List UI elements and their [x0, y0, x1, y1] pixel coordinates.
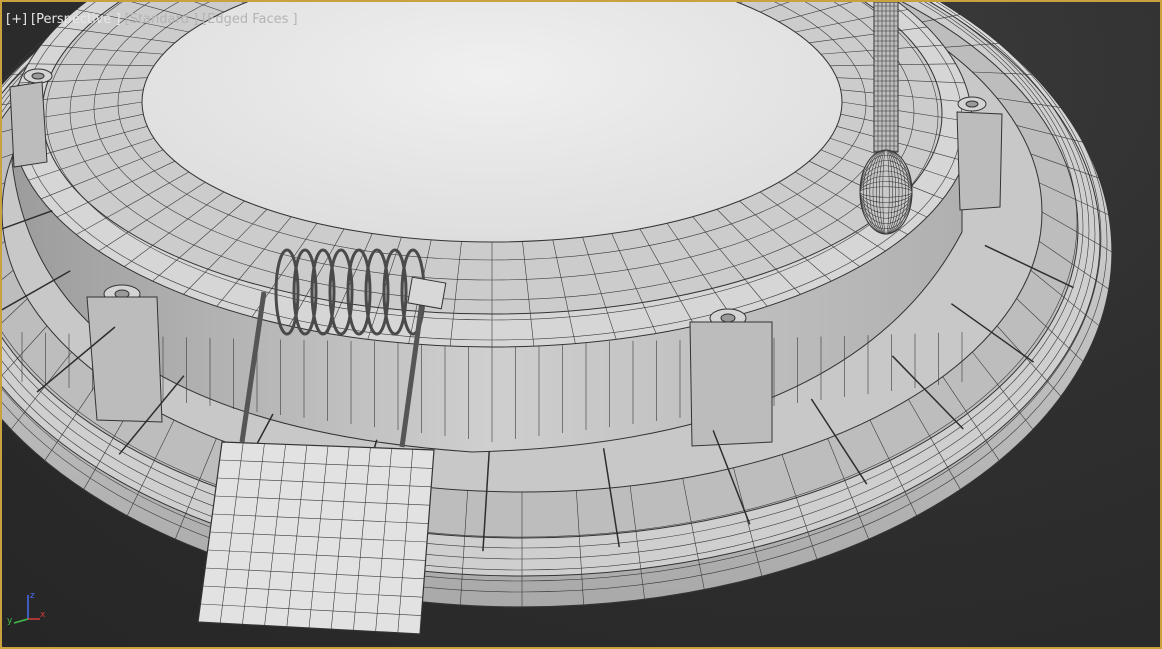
z-axis-label: z — [30, 591, 35, 601]
display-mode-label[interactable]: [Edged Faces ] — [202, 12, 298, 27]
x-axis-label: x — [40, 610, 46, 620]
scene-canvas[interactable] — [2, 2, 1160, 647]
y-axis-line — [13, 618, 29, 624]
y-axis-label: y — [7, 616, 13, 625]
axis-gizmo: z x y — [7, 591, 46, 625]
perspective-viewport[interactable]: [+] [Perspective ] [Standard ] [Edged Fa… — [0, 0, 1162, 649]
viewport-menu-button[interactable]: [+] — [6, 12, 27, 27]
shading-preset-label[interactable]: [Standard ] — [125, 12, 198, 27]
view-type-label[interactable]: [Perspective ] — [31, 12, 121, 27]
viewport-label: [+] [Perspective ] [Standard ] [Edged Fa… — [6, 12, 298, 27]
hinged-flap — [197, 441, 435, 635]
